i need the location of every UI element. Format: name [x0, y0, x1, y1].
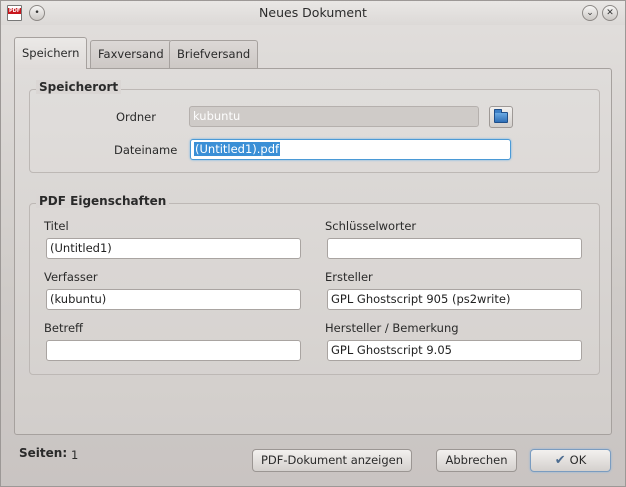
folder-icon: [494, 109, 508, 123]
show-pdf-button[interactable]: PDF-Dokument anzeigen: [252, 449, 412, 472]
title-bar[interactable]: PDF • Neues Dokument ⌄ ✕: [1, 1, 625, 25]
titel-label: Titel: [44, 219, 69, 233]
verfasser-input[interactable]: (kubuntu): [46, 289, 301, 310]
dateiname-label: Dateiname: [114, 143, 178, 157]
ersteller-label: Ersteller: [325, 270, 373, 284]
ersteller-input[interactable]: GPL Ghostscript 905 (ps2write): [327, 289, 582, 310]
checkmark-icon: ✔: [554, 453, 566, 468]
seiten-label: Seiten:: [19, 446, 68, 460]
browse-folder-button[interactable]: [489, 106, 513, 128]
tab-briefversand[interactable]: Briefversand: [169, 40, 259, 68]
minimize-icon[interactable]: ⌄: [582, 5, 598, 21]
titel-input[interactable]: (Untitled1): [46, 238, 301, 259]
ok-button[interactable]: ✔ OK: [530, 449, 611, 472]
pdf-eigenschaften-title: PDF Eigenschaften: [36, 194, 170, 208]
close-icon[interactable]: ✕: [602, 5, 618, 21]
betreff-input[interactable]: [46, 340, 301, 361]
schluesselwoerter-label: Schlüsselworter: [325, 219, 417, 233]
speicherort-title: Speicherort: [36, 80, 122, 94]
tab-faxversand[interactable]: Faxversand: [90, 40, 172, 68]
speicherort-group: [29, 89, 600, 173]
dateiname-input[interactable]: (Untitled1).pdf: [190, 139, 511, 160]
window-title: Neues Dokument: [259, 5, 367, 20]
betreff-label: Betreff: [44, 321, 83, 335]
ordner-label: Ordner: [116, 110, 156, 124]
verfasser-label: Verfasser: [44, 270, 98, 284]
tab-panel-speichern: Speicherort Ordner kubuntu Dateiname (Un…: [14, 68, 612, 435]
dateiname-selected-text: (Untitled1).pdf: [194, 142, 281, 156]
dialog-window: PDF • Neues Dokument ⌄ ✕ Speichern Faxve…: [0, 0, 626, 487]
hersteller-input[interactable]: GPL Ghostscript 9.05: [327, 340, 582, 361]
cancel-button[interactable]: Abbrechen: [436, 449, 517, 472]
seiten-value: 1: [71, 448, 79, 462]
tab-speichern[interactable]: Speichern: [14, 37, 88, 69]
hersteller-label: Hersteller / Bemerkung: [325, 321, 459, 335]
ordner-field: kubuntu: [189, 106, 479, 127]
ok-button-label: OK: [569, 453, 587, 467]
schluesselwoerter-input[interactable]: [327, 238, 582, 259]
